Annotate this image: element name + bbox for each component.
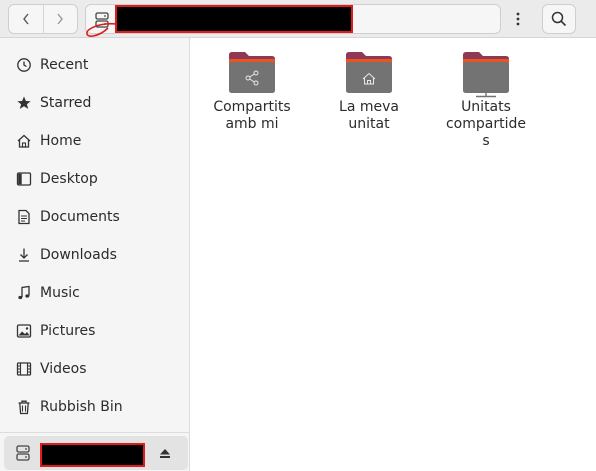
sidebar-item-downloads[interactable]: Downloads [0,236,190,274]
sidebar-item-label: Home [40,133,82,149]
location-bar[interactable] [85,4,501,34]
network-icon [476,93,496,98]
sidebar-separator [0,432,190,433]
sidebar-item-pictures[interactable]: Pictures [0,312,190,350]
kebab-menu-icon [516,12,520,26]
folder-label-line: La meva [339,99,399,115]
back-button[interactable] [9,5,43,33]
sidebar-item-mounted-drive[interactable] [4,436,188,470]
folder-icon [346,52,392,93]
sidebar-item-label: Pictures [40,323,96,339]
sidebar-item-label: Videos [40,361,87,377]
video-icon [16,362,32,376]
folder-label-line: s [482,133,490,149]
path-crumb-redacted[interactable] [115,5,353,33]
sidebar-item-desktop[interactable]: Desktop [0,160,190,198]
home-icon [17,134,31,148]
sidebar-item-music[interactable]: Music [0,274,190,312]
sidebar-item-label: Rubbish Bin [40,399,123,415]
sidebar-item-starred[interactable]: Starred [0,84,190,122]
folder-label-line: unitat [348,116,390,132]
trash-icon [18,400,30,415]
sidebar: Recent Starred Home Desktop Documents Do… [0,38,190,471]
header-bar [0,0,596,38]
navigation-buttons [8,4,78,34]
music-icon [18,285,30,300]
desktop-icon [16,172,32,186]
sidebar-item-label: Music [40,285,80,301]
sidebar-item-label: Downloads [40,247,117,263]
sidebar-item-label: Desktop [40,171,98,187]
mounted-drive-label-redacted [40,443,145,467]
folder-label-line: Compartits [213,99,291,115]
sidebar-item-recent[interactable]: Recent [0,46,190,84]
drive-icon [16,445,30,461]
chevron-left-icon [22,13,29,25]
folder-my-drive[interactable]: La meva unitat [314,50,424,140]
sidebar-item-documents[interactable]: Documents [0,198,190,236]
sidebar-item-label: Starred [40,95,92,111]
forward-button[interactable] [42,5,78,33]
download-icon [19,248,29,262]
search-button[interactable] [542,4,576,34]
document-icon [18,209,30,225]
folder-label-line: amb mi [225,116,279,132]
search-icon [551,11,567,27]
sidebar-item-home[interactable]: Home [0,122,190,160]
folder-shared-with-me[interactable]: Compartits amb mi [197,50,307,140]
eject-icon[interactable] [159,448,171,459]
main-menu-button[interactable] [503,4,533,34]
folder-icon [463,52,509,98]
folder-icon [229,52,275,93]
sidebar-item-rubbish-bin[interactable]: Rubbish Bin [0,388,190,426]
sidebar-item-videos[interactable]: Videos [0,350,190,388]
chevron-right-icon [57,13,64,25]
star-icon [17,96,31,109]
folder-label-line: Unitats [461,99,511,115]
folder-shared-drives[interactable]: Unitats compartide s [431,50,541,154]
picture-icon [16,324,32,338]
sidebar-item-label: Documents [40,209,120,225]
sidebar-item-label: Recent [40,57,89,73]
clock-icon [17,58,31,72]
folder-label-line: compartide [445,116,526,132]
